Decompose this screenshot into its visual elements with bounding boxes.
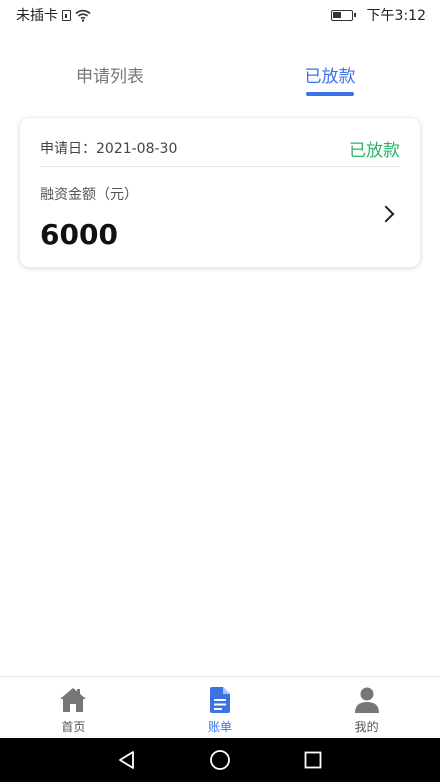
app-screen: 未插卡 下午3:12 申请列表 已放款 申请日：2021-08-30 已放款 融…	[0, 0, 440, 782]
loan-card[interactable]: 申请日：2021-08-30 已放款 融资金额（元） 6000	[19, 117, 421, 268]
document-icon	[205, 686, 235, 714]
tab-label: 申请列表	[76, 67, 144, 87]
bottom-nav: 首页 账单 我的	[0, 676, 440, 738]
nav-label: 我的	[354, 720, 379, 734]
battery-icon	[330, 9, 356, 21]
nav-item-bill[interactable]: 账单	[147, 677, 294, 738]
status-left: 未插卡	[16, 5, 91, 25]
wifi-icon	[75, 9, 91, 22]
home-icon	[58, 686, 88, 714]
tab-disbursed[interactable]: 已放款	[220, 50, 440, 100]
recents-icon[interactable]	[301, 748, 325, 772]
person-icon	[352, 686, 382, 714]
amount-value: 6000	[40, 218, 118, 251]
clock-text: 下午3:12	[366, 8, 426, 24]
application-date: 申请日：2021-08-30	[40, 141, 178, 157]
amount-label: 融资金额（元）	[40, 187, 138, 203]
tab-bar: 申请列表 已放款	[0, 50, 440, 100]
nav-label: 首页	[61, 720, 86, 734]
system-nav-bar	[0, 738, 440, 782]
sim-card-icon	[62, 9, 71, 21]
status-right: 下午3:12	[330, 5, 426, 25]
tab-active-indicator	[306, 92, 354, 96]
home-circle-icon[interactable]	[208, 748, 232, 772]
status-bar: 未插卡 下午3:12	[0, 0, 440, 30]
tab-label: 已放款	[304, 67, 356, 87]
nav-item-home[interactable]: 首页	[0, 677, 147, 738]
nav-item-mine[interactable]: 我的	[293, 677, 440, 738]
nav-label: 账单	[208, 720, 233, 734]
back-icon[interactable]	[115, 748, 139, 772]
status-badge: 已放款	[349, 140, 400, 161]
chevron-right-icon[interactable]	[377, 205, 395, 223]
card-header: 申请日：2021-08-30 已放款	[40, 130, 400, 167]
tab-application-list[interactable]: 申请列表	[0, 50, 220, 100]
carrier-text: 未插卡	[16, 8, 58, 24]
